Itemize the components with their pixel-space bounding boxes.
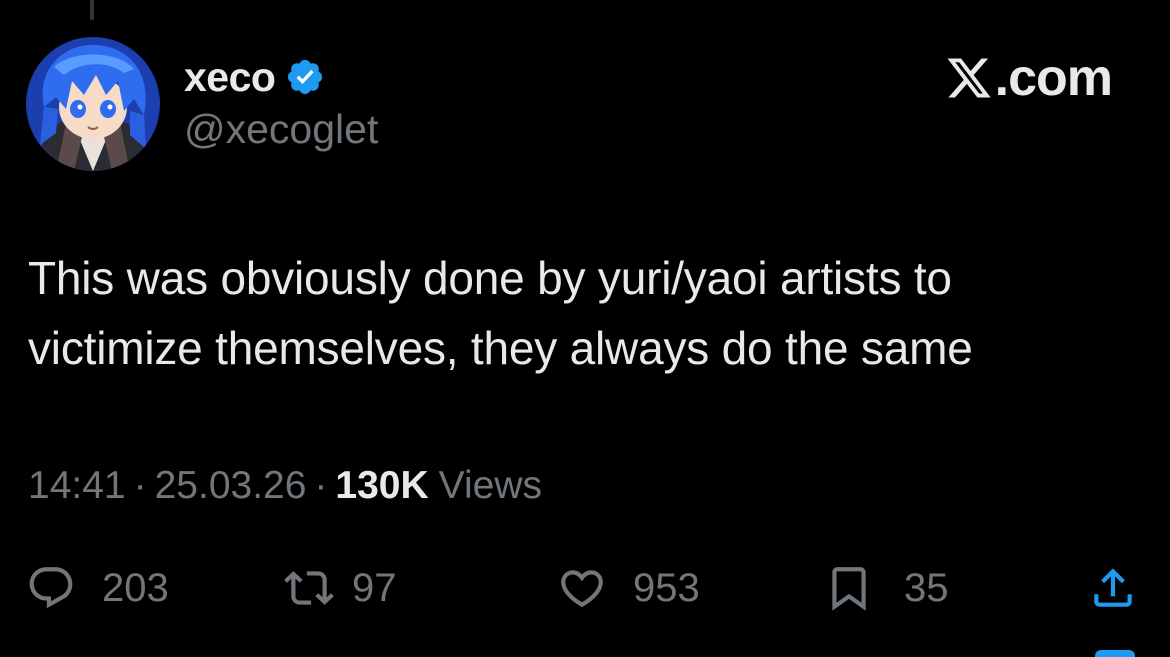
- bookmark-button[interactable]: 35: [824, 560, 949, 616]
- author-display-name[interactable]: xeco: [184, 54, 276, 101]
- x-logo-icon: [945, 54, 993, 102]
- thread-connector-line: [90, 0, 94, 20]
- tweet-metadata: 14:41 · 25.03.26 · 130K Views: [28, 460, 542, 512]
- verified-badge-icon: [285, 57, 325, 97]
- avatar-image: [26, 37, 160, 171]
- scroll-indicator: [1095, 650, 1135, 657]
- meta-separator: ·: [133, 464, 147, 507]
- brand-watermark: .com: [945, 49, 1113, 107]
- meta-separator: ·: [314, 464, 328, 507]
- author-name-row: xeco: [184, 52, 325, 102]
- share-icon: [1088, 563, 1138, 613]
- views-count: 130K: [335, 464, 429, 507]
- views-label: Views: [438, 464, 542, 507]
- reply-button[interactable]: 203: [26, 560, 169, 616]
- tweet-text: This was obviously done by yuri/yaoi art…: [28, 252, 973, 374]
- repost-count: 97: [352, 566, 397, 610]
- like-button[interactable]: 953: [557, 560, 700, 616]
- reply-icon: [26, 563, 76, 613]
- bookmark-count: 35: [904, 566, 949, 610]
- repost-icon: [284, 563, 334, 613]
- tweet-time[interactable]: 14:41: [28, 464, 126, 507]
- avatar[interactable]: [26, 37, 160, 171]
- share-button[interactable]: [1088, 560, 1138, 616]
- author-handle[interactable]: @xecoglet: [184, 104, 378, 154]
- tweet-date[interactable]: 25.03.26: [155, 464, 307, 507]
- like-count: 953: [633, 566, 700, 610]
- heart-icon: [557, 563, 607, 613]
- action-bar: 203 97 953 35: [0, 560, 1170, 616]
- brand-domain-text: .com: [994, 49, 1113, 107]
- repost-button[interactable]: 97: [284, 560, 397, 616]
- reply-count: 203: [102, 566, 169, 610]
- bookmark-icon: [824, 563, 874, 613]
